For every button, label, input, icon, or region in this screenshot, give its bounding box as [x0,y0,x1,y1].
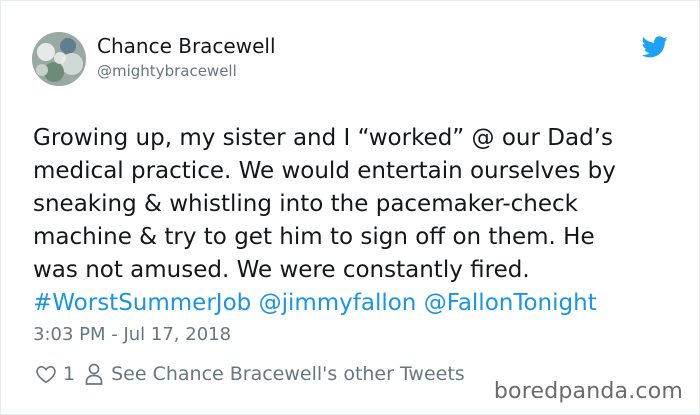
author-handle[interactable]: @mightybracewell [97,62,237,80]
author-avatar[interactable] [32,32,86,86]
tweet-text-line: machine & try to get him to sign off on … [33,224,595,250]
tweet-text-line: Growing up, my sister and I “worked” @ o… [33,125,613,151]
heart-outline-icon[interactable] [35,363,57,385]
twitter-bird-icon[interactable] [642,36,668,58]
tweet-timestamp[interactable]: 3:03 PM - Jul 17, 2018 [33,324,231,345]
boredpanda-watermark: boredpanda.com [493,379,683,404]
tweet-links-line: #WorstSummerJob @jimmyfallon @FallonToni… [33,287,683,320]
tweet-text-line: medical practice. We would entertain our… [33,158,616,184]
avatar-photo [32,32,86,86]
mention-link[interactable]: @FallonTonight [424,290,597,316]
tweet-text-line: was not amused. We were constantly fired… [33,257,530,283]
tweet-actions: 1 See Chance Bracewell's other Tweets [35,362,465,386]
author-name[interactable]: Chance Bracewell [97,34,276,58]
tweet-text: Growing up, my sister and I “worked” @ o… [33,122,683,320]
tweet-card: Chance Bracewell @mightybracewell Growin… [0,0,700,415]
tweet-text-line: sneaking & whistling into the pacemaker-… [33,191,578,217]
profile-tweets-link[interactable]: See Chance Bracewell's other Tweets [111,363,465,385]
person-outline-icon[interactable] [85,363,103,385]
like-count[interactable]: 1 [63,363,75,385]
mention-link[interactable]: @jimmyfallon [259,290,417,316]
hashtag-link[interactable]: #WorstSummerJob [33,290,251,316]
